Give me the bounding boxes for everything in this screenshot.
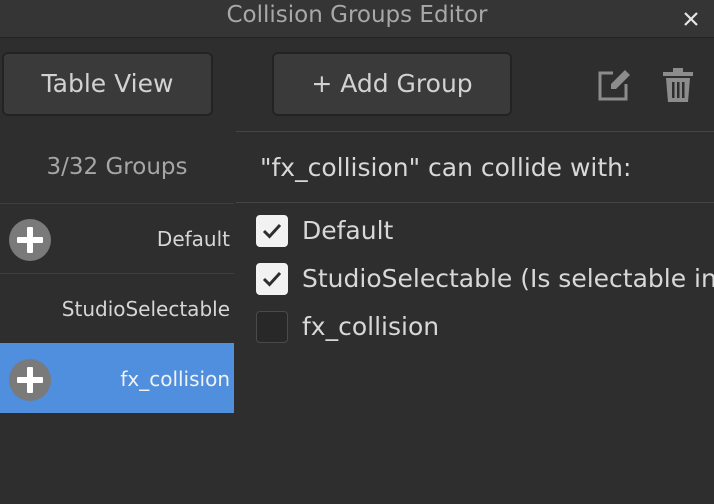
delete-group-button[interactable] <box>660 66 696 104</box>
collide-checkbox-fx-collision[interactable] <box>256 311 288 343</box>
collide-label: Default <box>302 216 394 245</box>
collide-row-studioselectable: StudioSelectable (Is selectable in v <box>236 255 714 303</box>
close-button[interactable] <box>678 6 704 32</box>
group-count-label: 3/32 Groups <box>46 154 188 180</box>
rename-group-button[interactable] <box>597 66 633 104</box>
trash-icon <box>663 68 693 102</box>
collide-row-fx-collision: fx_collision <box>236 303 714 351</box>
plus-circle-icon <box>9 219 51 261</box>
window-title: Collision Groups Editor <box>226 2 488 28</box>
collide-label: fx_collision <box>302 312 440 341</box>
collide-heading: "fx_collision" can collide with: <box>260 153 632 182</box>
collision-settings-panel: "fx_collision" can collide with: Default… <box>236 131 714 504</box>
title-bar: Collision Groups Editor <box>0 0 714 38</box>
plus-circle-icon <box>9 359 51 401</box>
close-icon <box>684 12 698 26</box>
table-view-button[interactable]: Table View <box>2 52 213 116</box>
collision-groups-editor-window: Collision Groups Editor Table View + Add… <box>0 0 714 504</box>
group-label: fx_collision <box>120 367 230 391</box>
collide-label: StudioSelectable (Is selectable in v <box>302 264 714 293</box>
group-row-default[interactable]: Default <box>0 203 234 273</box>
collide-checkbox-default[interactable] <box>256 215 288 247</box>
collide-checkbox-studioselectable[interactable] <box>256 263 288 295</box>
group-label: Default <box>156 227 230 251</box>
add-to-group-button[interactable] <box>8 218 52 262</box>
collide-row-default: Default <box>236 207 714 255</box>
group-label: StudioSelectable <box>61 297 230 321</box>
checkmark-icon <box>262 271 282 287</box>
edit-icon <box>598 68 631 101</box>
checkmark-icon <box>262 223 282 239</box>
add-to-group-button[interactable] <box>8 358 52 402</box>
collide-header: "fx_collision" can collide with: <box>236 131 714 203</box>
add-group-button[interactable]: + Add Group <box>272 52 512 116</box>
group-row-fx-collision[interactable]: fx_collision <box>0 343 234 413</box>
group-row-studioselectable[interactable]: StudioSelectable <box>0 273 234 343</box>
